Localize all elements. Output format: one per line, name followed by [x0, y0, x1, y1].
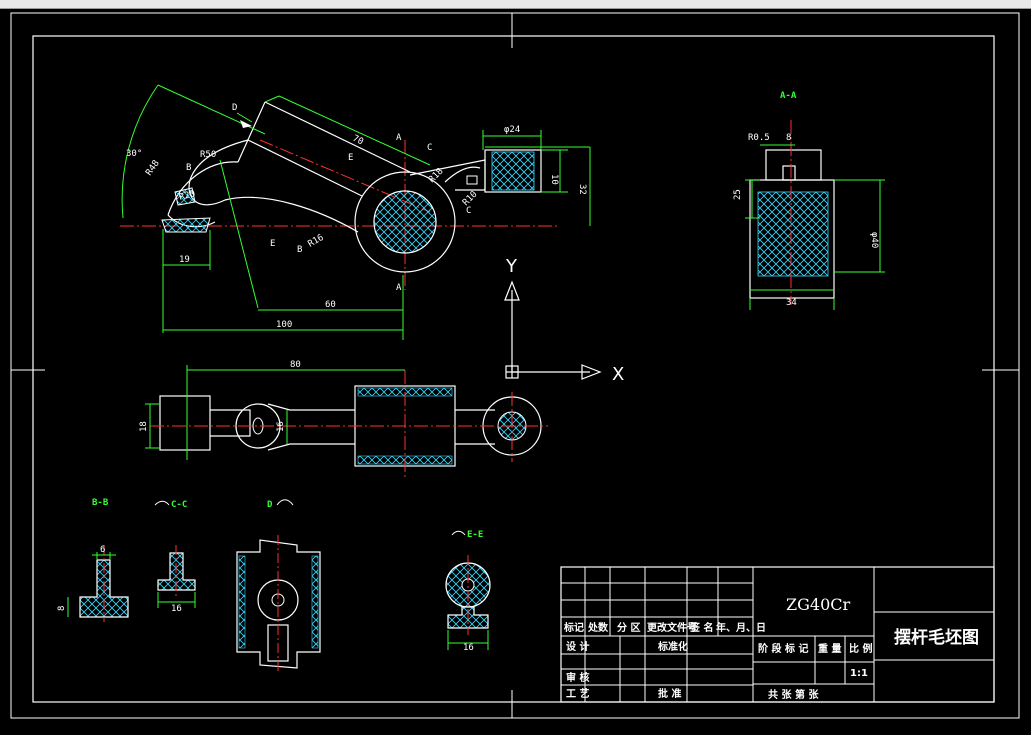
- marker-d-arrow: D: [232, 103, 237, 113]
- label-weight: 重 量: [818, 642, 841, 655]
- scale-value: 1:1: [850, 668, 868, 679]
- ee-title: E-E: [467, 530, 483, 540]
- marker-e1: E: [348, 153, 353, 163]
- ucs-icon: [504, 280, 602, 380]
- dim-80: 80: [290, 360, 301, 370]
- dim-r05: R0.5: [748, 133, 770, 143]
- dim-angle-30: 30°: [126, 149, 142, 159]
- label-standardize: 标准化: [657, 640, 688, 653]
- bb-title: B-B: [92, 498, 109, 508]
- label-approve: 批 准: [658, 687, 681, 700]
- material-label: ZG40Cr: [786, 595, 851, 614]
- label-process: 工 艺: [566, 687, 589, 700]
- label-sheets: 共 张 第 张: [768, 688, 819, 701]
- dim-16: 16: [276, 421, 286, 432]
- dim-34: 34: [786, 298, 797, 308]
- section-cc: C-C 16: [154, 500, 196, 614]
- rev-col-mark: 标记: [563, 621, 584, 634]
- rev-col-sign: 签 名: [689, 621, 713, 634]
- dim-phi40: φ40: [869, 232, 879, 248]
- section-bb: B-B 6 8: [57, 498, 129, 622]
- marker-b2: B: [297, 245, 302, 255]
- dim-100: 100: [276, 320, 292, 330]
- rev-col-date: 年、月、日: [716, 621, 766, 634]
- dim-25: 25: [733, 189, 743, 200]
- dim-r48: R48: [144, 159, 162, 178]
- cc-title: C-C: [171, 500, 187, 510]
- d-title: D: [267, 500, 273, 510]
- marker-a-upper: A: [396, 133, 402, 143]
- rev-col-zone: 分 区: [617, 621, 640, 634]
- label-stage-mark: 阶 段 标 记: [758, 642, 808, 655]
- rev-col-count: 处数: [587, 621, 609, 634]
- front-view: 30° R48 R50 R20 R16 R18 R10 70 19 60 100…: [120, 84, 591, 340]
- ee-dim-16: 16: [463, 643, 474, 653]
- dim-phi24: φ24: [504, 125, 520, 135]
- marker-b1: B: [186, 163, 191, 173]
- bb-dim-8: 8: [57, 606, 67, 611]
- dim-r16: R16: [307, 233, 326, 250]
- section-ee: E-E 16: [445, 530, 491, 653]
- marker-e2: E: [270, 239, 275, 249]
- ucs-y-label: Y: [505, 256, 518, 277]
- section-aa: A-A R0.5 8 25 φ40 34: [733, 91, 885, 310]
- marker-a-lower: A: [396, 283, 402, 293]
- aa-title: A-A: [780, 91, 797, 101]
- dim-70: 70: [351, 134, 365, 148]
- label-design: 设 计: [566, 640, 589, 653]
- dim-32: 32: [577, 184, 587, 195]
- dim-8: 8: [786, 133, 791, 143]
- top-view: 80 18 16: [139, 360, 548, 478]
- dim-18: 18: [139, 421, 149, 432]
- cad-drawing-canvas[interactable]: 30° R48 R50 R20 R16 R18 R10 70 19 60 100…: [0, 8, 1031, 735]
- dim-r18: R18: [427, 167, 446, 186]
- label-review: 审 核: [566, 671, 589, 684]
- dim-r50: R50: [200, 150, 216, 160]
- drawing-title: 摆杆毛坯图: [894, 627, 979, 648]
- label-ratio: 比 例: [849, 642, 872, 655]
- dim-60: 60: [325, 300, 336, 310]
- view-d: D: [236, 499, 321, 672]
- ucs-x-label: X: [612, 364, 624, 385]
- dim-10: 10: [549, 174, 559, 185]
- bb-dim-6: 6: [100, 545, 105, 555]
- marker-c2: C: [466, 206, 471, 216]
- marker-c1: C: [427, 143, 432, 153]
- cc-dim-16: 16: [171, 604, 182, 614]
- dim-19: 19: [179, 255, 190, 265]
